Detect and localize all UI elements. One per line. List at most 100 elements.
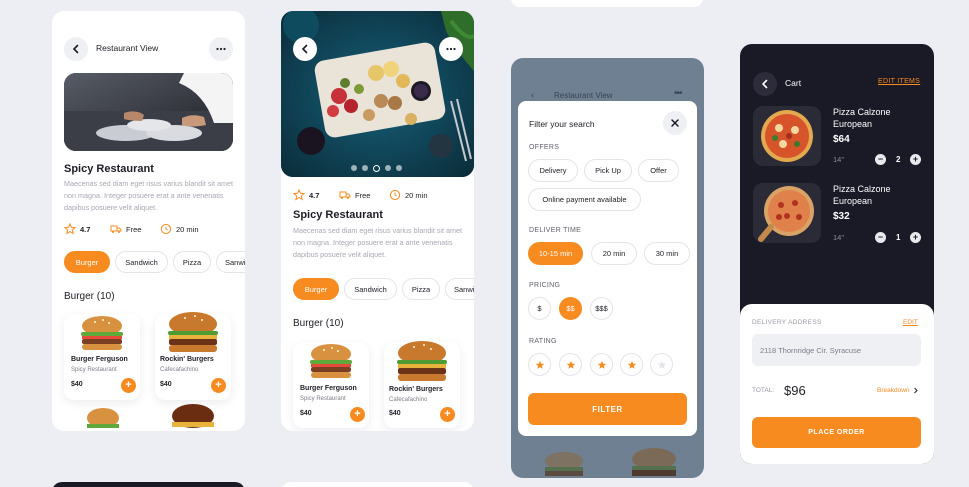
decrease-qty-button[interactable]: − (875, 232, 886, 243)
order-summary-panel: DELIVERY ADDRESS EDIT 2118 Thornridge Ci… (740, 304, 934, 464)
dimmed-burger-image (545, 452, 583, 476)
pricing-option-1[interactable]: $ (528, 297, 551, 320)
deliver-time-chip-20[interactable]: 20 min (591, 242, 637, 265)
food-price: $40 (71, 381, 83, 388)
clock-icon (389, 189, 401, 201)
food-card[interactable]: Burger Ferguson Spicy Restaurant $40 + (64, 314, 140, 400)
star-filled-icon (535, 360, 544, 369)
truck-icon (339, 191, 351, 199)
food-card[interactable]: Rockin' Burgers Cafecafachino $40 + (384, 341, 460, 428)
cart-item-price: $32 (833, 211, 850, 222)
cart-item-qty: 2 (896, 155, 901, 164)
filter-button[interactable]: FILTER (528, 393, 687, 425)
offer-chip-delivery[interactable]: Delivery (528, 159, 578, 182)
food-name: Rockin' Burgers (389, 386, 443, 393)
pricing-label: PRICING (529, 282, 561, 289)
rating-star-4[interactable] (620, 353, 643, 376)
burger-image (81, 316, 123, 350)
category-chip-pizza[interactable]: Pizza (173, 251, 211, 273)
dimmed-back-icon: ‹ (531, 90, 534, 100)
more-button[interactable] (439, 37, 463, 61)
category-chip-burger[interactable]: Burger (293, 278, 339, 300)
increase-qty-button[interactable]: + (910, 154, 921, 165)
category-chip-sandwich[interactable]: Sandwich (115, 251, 168, 273)
star-filled-icon (566, 360, 575, 369)
food-price: $40 (300, 410, 312, 417)
restaurant-name: Spicy Restaurant (293, 209, 383, 221)
category-chip-sanwi[interactable]: Sanwi (445, 278, 474, 300)
pricing-option-2[interactable]: $$ (559, 297, 582, 320)
close-icon (671, 119, 679, 127)
rating-star-1[interactable] (528, 353, 551, 376)
total-value: $96 (784, 383, 806, 398)
rating-star-2[interactable] (559, 353, 582, 376)
chevron-left-icon (761, 79, 768, 89)
food-restaurant: Spicy Restaurant (71, 367, 117, 373)
burger-image (397, 341, 447, 381)
time-info: 20 min (160, 223, 199, 235)
restaurant-view-screen: Restaurant View Spicy Restaurant Maecena… (52, 11, 245, 431)
category-chip-sanwi[interactable]: Sanwi (216, 251, 245, 273)
back-button[interactable] (64, 37, 88, 61)
carousel-dot-active[interactable] (373, 164, 380, 172)
back-button[interactable] (293, 37, 317, 61)
cart-item-image (753, 106, 821, 166)
delivery-info: Free (110, 223, 141, 235)
rating-star-5[interactable] (650, 353, 673, 376)
dimmed-header-title: Restaurant View (554, 91, 613, 100)
offer-chip-pickup[interactable]: Pick Up (584, 159, 632, 182)
breakdown-link[interactable]: Breakdown (877, 387, 919, 394)
pricing-option-3[interactable]: $$$ (590, 297, 613, 320)
breakdown-label: Breakdown (877, 387, 910, 394)
star-filled-icon (627, 360, 636, 369)
star-empty-icon (657, 360, 666, 369)
place-order-button[interactable]: PLACE ORDER (752, 417, 921, 448)
filter-modal: Filter your search OFFERS Delivery Pick … (518, 101, 697, 436)
deliver-time-chip-30[interactable]: 30 min (644, 242, 690, 265)
cart-item-name: Pizza Calzone European (833, 107, 891, 129)
rating-info: 4.7 (64, 223, 90, 235)
add-to-cart-button[interactable]: + (211, 378, 226, 393)
restaurant-hero-image (64, 73, 233, 151)
carousel-dot[interactable] (385, 165, 391, 171)
food-price: $40 (389, 410, 401, 417)
close-button[interactable] (663, 111, 687, 135)
burger-image (172, 404, 214, 428)
more-dots-icon (216, 47, 226, 51)
burger-image (168, 312, 218, 352)
carousel-dots (351, 164, 402, 172)
add-to-cart-button[interactable]: + (121, 378, 136, 393)
total-label: TOTAL: (752, 387, 775, 394)
food-price: $40 (160, 381, 172, 388)
food-name: Rockin' Burgers (160, 356, 214, 363)
food-card[interactable]: Burger Ferguson Spicy Restaurant $40 + (293, 342, 369, 428)
cart-item-qty: 1 (896, 233, 901, 242)
delivery-value: Free (126, 224, 142, 234)
food-name: Burger Ferguson (300, 385, 357, 392)
carousel-dot[interactable] (362, 165, 368, 171)
carousel-dot[interactable] (351, 165, 357, 171)
time-value: 20 min (176, 224, 199, 234)
more-button[interactable] (209, 37, 233, 61)
address-field[interactable]: 2118 Thornridge Cir. Syracuse (752, 334, 921, 366)
cart-screen: Cart EDIT ITEMS Pizza Calzone European $… (740, 44, 934, 464)
rating-star-3[interactable] (590, 353, 613, 376)
add-to-cart-button[interactable]: + (350, 407, 365, 422)
offer-chip-online-payment[interactable]: Online payment available (528, 188, 641, 211)
offer-chip-offer[interactable]: Offer (638, 159, 679, 182)
cart-item-price: $64 (833, 134, 850, 145)
increase-qty-button[interactable]: + (910, 232, 921, 243)
food-card[interactable]: Rockin' Burgers Cafecafachino $40 + (155, 312, 231, 400)
peek-card-dark (52, 482, 245, 487)
add-to-cart-button[interactable]: + (440, 407, 455, 422)
rating-value: 4.7 (80, 224, 91, 234)
edit-items-link[interactable]: EDIT ITEMS (878, 78, 920, 85)
decrease-qty-button[interactable]: − (875, 154, 886, 165)
edit-address-link[interactable]: EDIT (903, 319, 918, 326)
back-button[interactable] (753, 72, 777, 96)
deliver-time-chip-10-15[interactable]: 10-15 min (528, 242, 583, 265)
category-chip-burger[interactable]: Burger (64, 251, 110, 273)
category-chip-sandwich[interactable]: Sandwich (344, 278, 397, 300)
category-chip-pizza[interactable]: Pizza (402, 278, 440, 300)
carousel-dot[interactable] (396, 165, 402, 171)
